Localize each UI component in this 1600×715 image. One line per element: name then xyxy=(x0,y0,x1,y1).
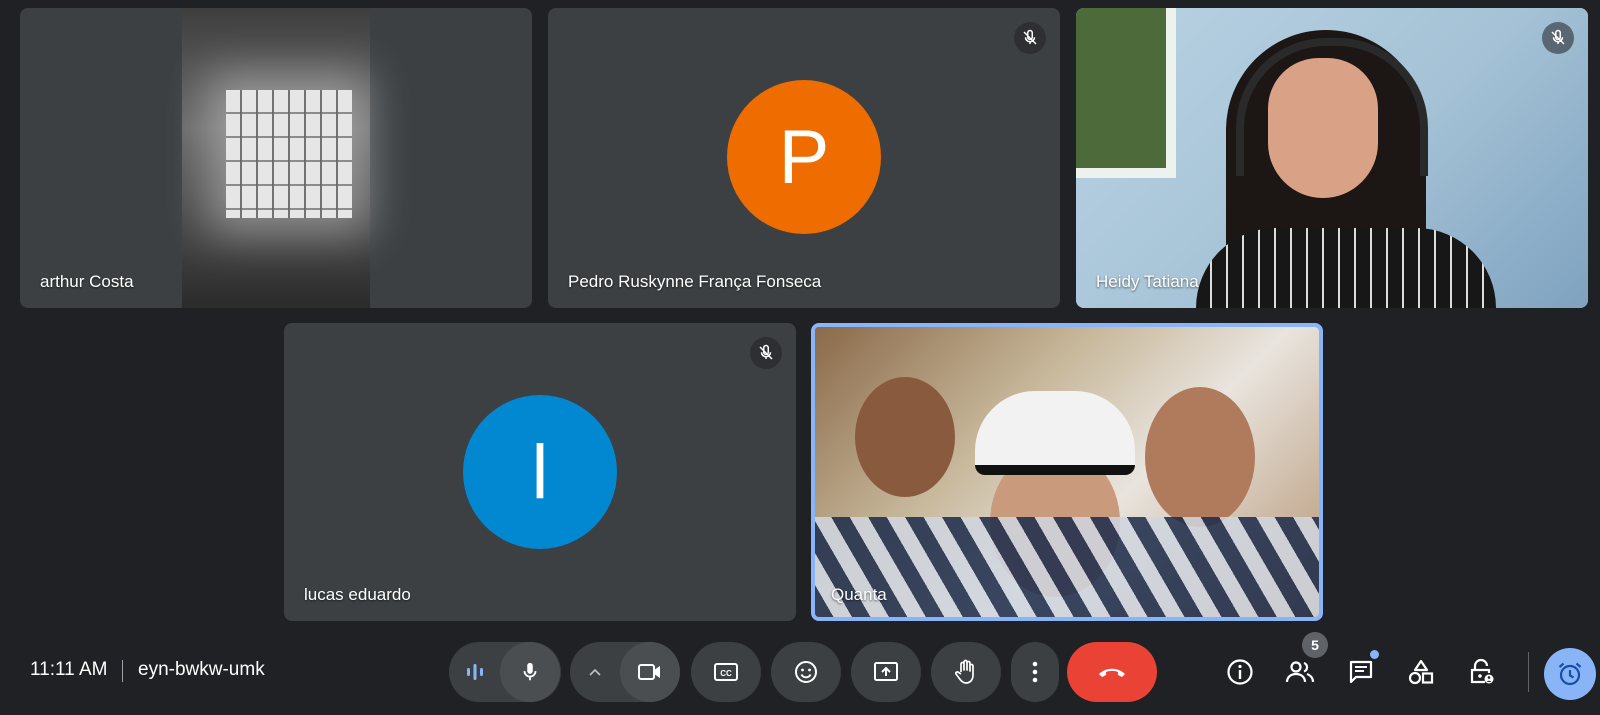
avatar: l xyxy=(463,395,617,549)
participant-name: Quanta xyxy=(831,585,887,604)
reactions-button[interactable] xyxy=(771,642,841,702)
mic-off-icon xyxy=(750,337,782,369)
avatar: P xyxy=(727,80,881,234)
mic-group xyxy=(449,642,561,702)
end-call-button[interactable] xyxy=(1067,642,1157,702)
people-button[interactable]: 5 xyxy=(1276,632,1328,696)
hand-icon xyxy=(955,659,974,684)
person-face xyxy=(855,377,955,497)
audio-level-icon xyxy=(450,663,500,681)
alarm-icon xyxy=(1558,662,1582,686)
chevron-up-icon xyxy=(589,668,601,676)
person-shirt xyxy=(1196,228,1496,308)
closed-captions-icon: CC xyxy=(714,663,738,681)
meeting-time: 11:11 AM xyxy=(30,659,108,680)
video-feed xyxy=(1076,8,1588,308)
avatar-initial: P xyxy=(778,114,830,200)
mic-off-icon xyxy=(1014,22,1046,54)
people-count-badge: 5 xyxy=(1302,632,1328,658)
participant-name: lucas eduardo xyxy=(304,585,411,604)
shapes-icon xyxy=(1408,659,1434,685)
more-options-button[interactable] xyxy=(1011,642,1059,702)
participant-name: arthur Costa xyxy=(40,272,134,291)
svg-text:CC: CC xyxy=(720,669,732,678)
notification-dot xyxy=(1370,650,1379,659)
camera-options-button[interactable] xyxy=(570,667,620,677)
camera-group xyxy=(570,642,680,702)
host-controls-button[interactable] xyxy=(1457,648,1505,696)
lock-person-icon xyxy=(1470,658,1494,684)
window-image xyxy=(226,90,352,218)
participant-name: Heidy Tatiana xyxy=(1096,272,1199,291)
avatar-initial: l xyxy=(531,429,549,515)
participant-tile-arthur[interactable]: arthur Costa xyxy=(20,8,532,308)
divider xyxy=(122,660,123,682)
mic-icon xyxy=(523,662,537,681)
chat-button[interactable] xyxy=(1337,648,1385,696)
captions-button[interactable]: CC xyxy=(691,642,761,702)
present-screen-icon xyxy=(874,662,898,681)
video-feed xyxy=(815,327,1319,617)
mic-off-icon xyxy=(1542,22,1574,54)
participant-tile-pedro[interactable]: P Pedro Ruskynne França Fonseca xyxy=(548,8,1060,308)
meeting-code: eyn-bwkw-umk xyxy=(138,659,265,680)
raise-hand-button[interactable] xyxy=(931,642,1001,702)
mic-button[interactable] xyxy=(500,642,560,702)
camera-button[interactable] xyxy=(620,642,680,702)
timer-button[interactable] xyxy=(1544,648,1596,700)
people-icon xyxy=(1285,661,1315,683)
video-camera-icon xyxy=(638,664,660,680)
more-vert-icon xyxy=(1032,661,1038,683)
activities-button[interactable] xyxy=(1397,648,1445,696)
captain-hat xyxy=(975,391,1135,475)
participant-tile-heidy[interactable]: Heidy Tatiana xyxy=(1076,8,1588,308)
person-face xyxy=(1145,387,1255,527)
chat-icon xyxy=(1349,660,1373,684)
window-image xyxy=(1076,8,1176,178)
person-shirt xyxy=(815,517,1319,617)
info-icon xyxy=(1227,659,1253,685)
participant-tile-lucas[interactable]: l lucas eduardo xyxy=(284,323,796,621)
meeting-details-button[interactable] xyxy=(1216,648,1264,696)
divider xyxy=(1528,652,1529,692)
participant-name: Pedro Ruskynne França Fonseca xyxy=(568,272,822,291)
video-feed xyxy=(182,8,370,308)
emoji-icon xyxy=(795,661,817,683)
hang-up-icon xyxy=(1099,668,1125,677)
present-button[interactable] xyxy=(851,642,921,702)
participant-tile-quanta[interactable]: Quanta xyxy=(811,323,1323,621)
